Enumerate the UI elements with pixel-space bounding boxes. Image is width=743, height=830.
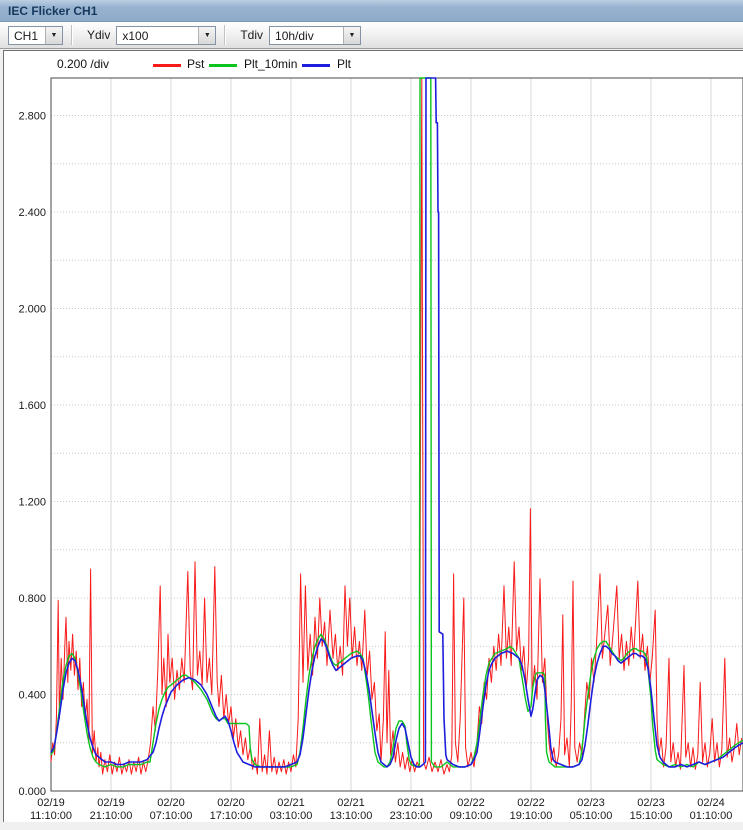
flicker-trend-chart: 0.0000.4000.8001.2001.6002.0002.4002.800… — [0, 0, 743, 830]
x-tick-time-label: 19:10:00 — [510, 810, 553, 822]
x-tick-time-label: 05:10:00 — [570, 810, 613, 822]
plot-frame — [51, 78, 743, 791]
x-tick-time-label: 01:10:00 — [690, 810, 733, 822]
x-tick-date-label: 02/20 — [217, 797, 245, 809]
y-tick-label: 2.800 — [18, 111, 46, 123]
x-tick-time-label: 03:10:00 — [270, 810, 313, 822]
x-tick-date-label: 02/22 — [457, 797, 485, 809]
series-plt_10min-line — [51, 78, 743, 767]
x-tick-date-label: 02/19 — [37, 797, 65, 809]
series-plt-line — [51, 78, 743, 767]
y-tick-label: 1.600 — [18, 400, 46, 412]
x-tick-time-label: 21:10:00 — [90, 810, 133, 822]
x-tick-date-label: 02/20 — [157, 797, 185, 809]
x-tick-date-label: 02/19 — [97, 797, 125, 809]
x-tick-time-label: 15:10:00 — [630, 810, 673, 822]
y-tick-label: 1.200 — [18, 497, 46, 509]
y-tick-label: 0.400 — [18, 690, 46, 702]
x-tick-time-label: 11:10:00 — [30, 810, 72, 822]
x-tick-time-label: 07:10:00 — [150, 810, 193, 822]
x-tick-date-label: 02/21 — [337, 797, 365, 809]
x-tick-date-label: 02/24 — [697, 797, 725, 809]
y-tick-label: 0.800 — [18, 593, 46, 605]
x-tick-date-label: 02/23 — [637, 797, 665, 809]
series-pst-line — [51, 78, 742, 774]
y-tick-label: 2.000 — [18, 304, 46, 316]
x-tick-date-label: 02/21 — [277, 797, 305, 809]
x-tick-date-label: 02/23 — [577, 797, 605, 809]
y-tick-label: 2.400 — [18, 207, 46, 219]
x-tick-time-label: 13:10:00 — [330, 810, 373, 822]
x-tick-date-label: 02/21 — [397, 797, 425, 809]
x-tick-time-label: 09:10:00 — [450, 810, 493, 822]
x-tick-time-label: 17:10:00 — [210, 810, 253, 822]
x-tick-time-label: 23:10:00 — [390, 810, 433, 822]
x-tick-date-label: 02/22 — [517, 797, 545, 809]
